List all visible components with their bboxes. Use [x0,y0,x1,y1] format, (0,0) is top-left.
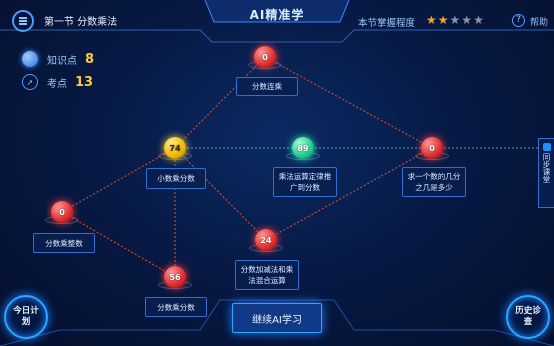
history-button[interactable]: 历史诊查 [506,295,550,339]
history-label: 历史诊查 [515,306,541,327]
today-plan-button[interactable]: 今日计划 [4,295,48,339]
sync-class-label: 同步课堂 [542,153,551,183]
knowledge-stat: 知识点 8 [22,50,94,68]
knowledge-card[interactable]: 分数连乘 [236,77,298,96]
knowledge-node[interactable]: 0 [51,201,73,223]
continue-ai-learning-button[interactable]: 继续AI学习 [232,303,322,333]
knowledge-node[interactable]: 0 [254,46,276,68]
knowledge-card[interactable]: 求一个数的几分之几是多少 [402,167,466,197]
exam-label: 考点 [47,78,67,90]
exam-stat: ➚ 考点 13 [22,73,93,91]
planet-icon [22,51,38,67]
star-icon: ★ [437,13,450,27]
rocket-icon: ➚ [22,74,38,90]
knowledge-node[interactable]: 0 [421,137,443,159]
help-link[interactable]: 帮助 [530,15,548,28]
knowledge-card[interactable]: 小数乘分数 [146,168,206,189]
sync-class-tab[interactable]: 同步课堂 [538,138,554,208]
star-icon: ★ [426,13,438,27]
knowledge-node[interactable]: 74 [164,137,186,159]
play-icon [542,143,551,151]
knowledge-node[interactable]: 89 [292,137,314,159]
star-icon: ★ [473,13,485,27]
today-plan-label: 今日计划 [13,306,39,327]
knowledge-card[interactable]: 分数加减法和乘法混合运算 [235,260,299,290]
help-icon[interactable]: ? [512,14,525,27]
knowledge-node[interactable]: 56 [164,266,186,288]
exam-count: 13 [75,74,94,90]
mastery-label: 本节掌握程度 [358,18,416,29]
mastery-stars: ★★★★★ [426,13,485,27]
knowledge-label: 知识点 [47,55,77,67]
knowledge-card[interactable]: 分数乘分数 [145,297,207,317]
knowledge-card[interactable]: 乘法运算定律推广到分数 [273,167,337,197]
header: 第一节 分数乘法 AI精准学 本节掌握程度 ★★★★★ ? 帮助 [0,0,554,42]
knowledge-card[interactable]: 分数乘整数 [33,233,95,253]
star-icon: ★ [461,13,474,27]
knowledge-node[interactable]: 24 [255,229,277,251]
star-icon: ★ [449,13,462,27]
knowledge-count: 8 [85,51,95,67]
